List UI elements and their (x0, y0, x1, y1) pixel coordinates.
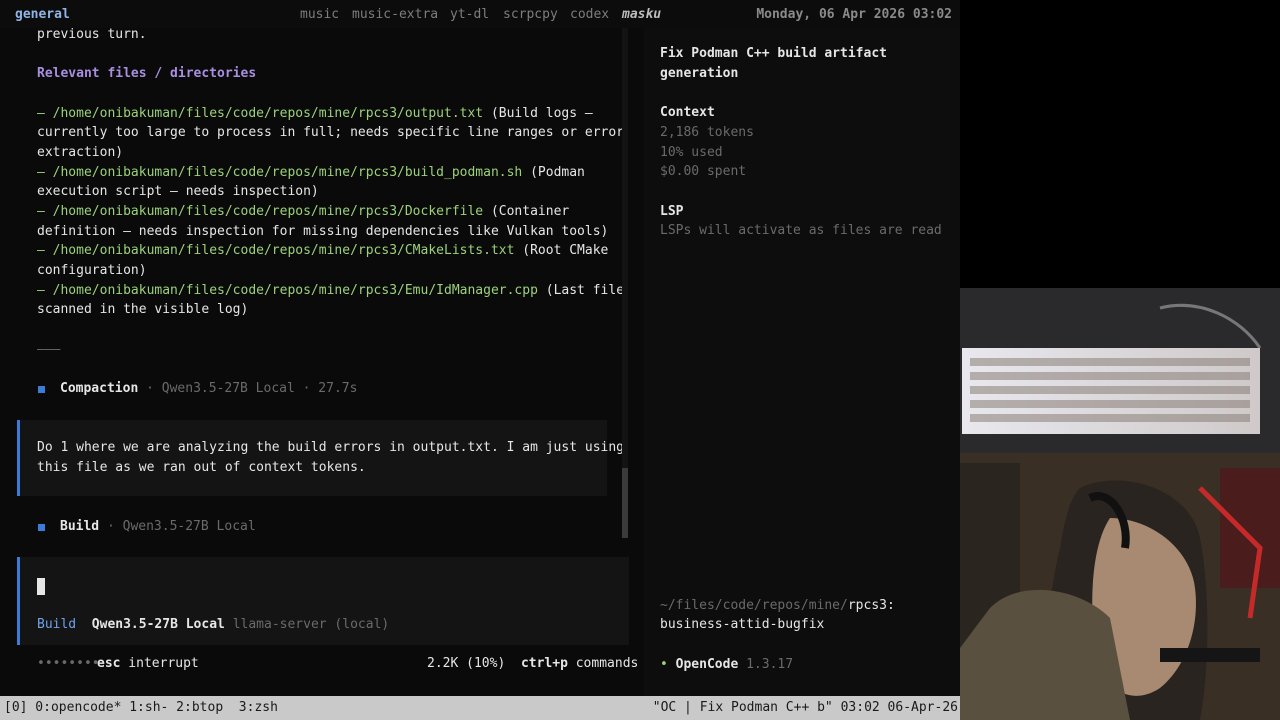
user-message-bar (17, 420, 20, 496)
working-directory: ~/files/code/repos/mine/rpcs3: (660, 598, 895, 613)
scrollbar[interactable] (622, 28, 628, 538)
workspace-music-extra[interactable]: music-extra (352, 7, 438, 22)
file-item: – /home/onibakuman/files/code/repos/mine… (37, 283, 625, 298)
text-cursor (37, 578, 45, 595)
file-item: – /home/onibakuman/files/code/repos/mine… (37, 106, 593, 121)
compaction-marker-icon (38, 386, 45, 393)
divider: ——— (37, 342, 61, 357)
file-item: – /home/onibakuman/files/code/repos/mine… (37, 204, 570, 219)
workspace-masku[interactable]: masku (622, 7, 661, 22)
context-tokens: 2,186 tokens (660, 125, 754, 140)
file-desc: definition – needs inspection for missin… (37, 224, 609, 239)
file-path[interactable]: /home/onibakuman/files/code/repos/mine/r… (53, 204, 483, 219)
workspace-general[interactable]: general (15, 7, 70, 22)
tmux-status-bar: [0] 0:opencode* 1:sh- 2:btop 3:zsh "OC |… (0, 696, 960, 720)
file-desc: configuration) (37, 263, 147, 278)
file-desc: execution script – needs inspection) (37, 184, 319, 199)
status-dot-icon: • (660, 657, 668, 672)
prompt-input-bar (17, 557, 20, 645)
file-item: – /home/onibakuman/files/code/repos/mine… (37, 165, 585, 180)
clock: Monday, 06 Apr 2026 03:02 (756, 7, 952, 22)
lsp-status: LSPs will activate as files are read (660, 223, 942, 238)
file-path[interactable]: /home/onibakuman/files/code/repos/mine/r… (53, 106, 483, 121)
token-usage: 2.2K (10%) (427, 656, 506, 671)
input-status: Build Qwen3.5-27B Local llama-server (lo… (37, 617, 390, 632)
context-spent: $0.00 spent (660, 164, 747, 179)
tmux-windows[interactable]: [0] 0:opencode* 1:sh- 2:btop 3:zsh (4, 700, 278, 715)
file-item: – /home/onibakuman/files/code/repos/mine… (37, 243, 609, 258)
session-title: Fix Podman C++ build artifact (660, 46, 887, 61)
tmux-title: "OC | Fix Podman C++ b" 03:02 06-Apr-26 (652, 700, 958, 715)
user-message-line: Do 1 where we are analyzing the build er… (37, 440, 624, 455)
chat-pane: previous turn. Relevant files / director… (0, 27, 638, 696)
git-branch: business-attid-bugfix (660, 617, 825, 632)
files-heading: Relevant files / directories (37, 66, 257, 81)
terminal: previous turn. Relevant files / director… (0, 27, 960, 696)
file-path[interactable]: /home/onibakuman/files/code/repos/mine/r… (53, 165, 523, 180)
lsp-heading: LSP (660, 204, 684, 219)
workspace-bar: general music music-extra yt-dl scrpcpy … (0, 0, 960, 28)
build-marker-icon (38, 524, 45, 531)
workspace-scrpcpy[interactable]: scrpcpy (503, 7, 558, 22)
context-heading: Context (660, 105, 715, 120)
webcam-image (960, 288, 1280, 720)
file-desc: extraction) (37, 145, 124, 160)
previous-text: previous turn. (37, 27, 147, 42)
session-title-cont: generation (660, 66, 739, 81)
webcam-feed (960, 288, 1280, 720)
file-desc: scanned in the visible log) (37, 302, 249, 317)
workspace-music[interactable]: music (300, 7, 339, 22)
workspace-codex[interactable]: codex (570, 7, 609, 22)
footer-right: 2.2K (10%) ctrl+p commands (427, 656, 639, 671)
scrollbar-thumb[interactable] (622, 468, 628, 538)
interrupt-hint: esc interrupt (97, 656, 199, 671)
mode-label[interactable]: Build (37, 617, 76, 632)
session-sidebar: Fix Podman C++ build artifact generation… (644, 28, 960, 696)
file-path[interactable]: /home/onibakuman/files/code/repos/mine/r… (53, 243, 515, 258)
file-desc: currently too large to process in full; … (37, 125, 624, 140)
file-path[interactable]: /home/onibakuman/files/code/repos/mine/r… (53, 283, 538, 298)
model-label[interactable]: Qwen3.5-27B Local (92, 617, 225, 632)
workspace-yt-dl[interactable]: yt-dl (450, 7, 489, 22)
app-version: • OpenCode 1.3.17 (660, 657, 794, 672)
context-used: 10% used (660, 145, 723, 160)
spinner: •••••••• (37, 656, 100, 671)
compaction-line: Compaction · Qwen3.5-27B Local · 27.7s (60, 381, 358, 396)
user-message-line: this file as we ran out of context token… (37, 460, 366, 475)
build-line: Build · Qwen3.5-27B Local (60, 519, 256, 534)
